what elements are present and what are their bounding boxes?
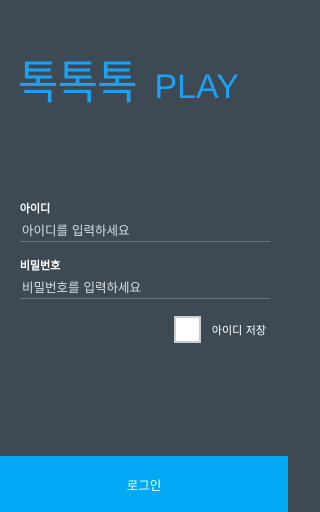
- password-label: 비밀번호: [20, 259, 61, 272]
- remember-id-label: 아이디 저장: [211, 323, 266, 337]
- remember-id-group: 아이디 저장: [173, 316, 266, 343]
- id-label: 아이디: [20, 202, 51, 215]
- login-button[interactable]: 로그인: [0, 456, 288, 512]
- id-input[interactable]: [20, 220, 270, 242]
- logo-play-text: PLAY: [154, 68, 239, 106]
- id-field-group: 아이디: [20, 202, 270, 242]
- app-logo: 톡톡톡 PLAY: [18, 56, 239, 111]
- remember-id-checkbox[interactable]: [173, 316, 201, 343]
- password-field-group: 비밀번호: [20, 259, 270, 299]
- logo-main-text: 톡톡톡: [18, 56, 137, 111]
- password-input[interactable]: [20, 277, 270, 299]
